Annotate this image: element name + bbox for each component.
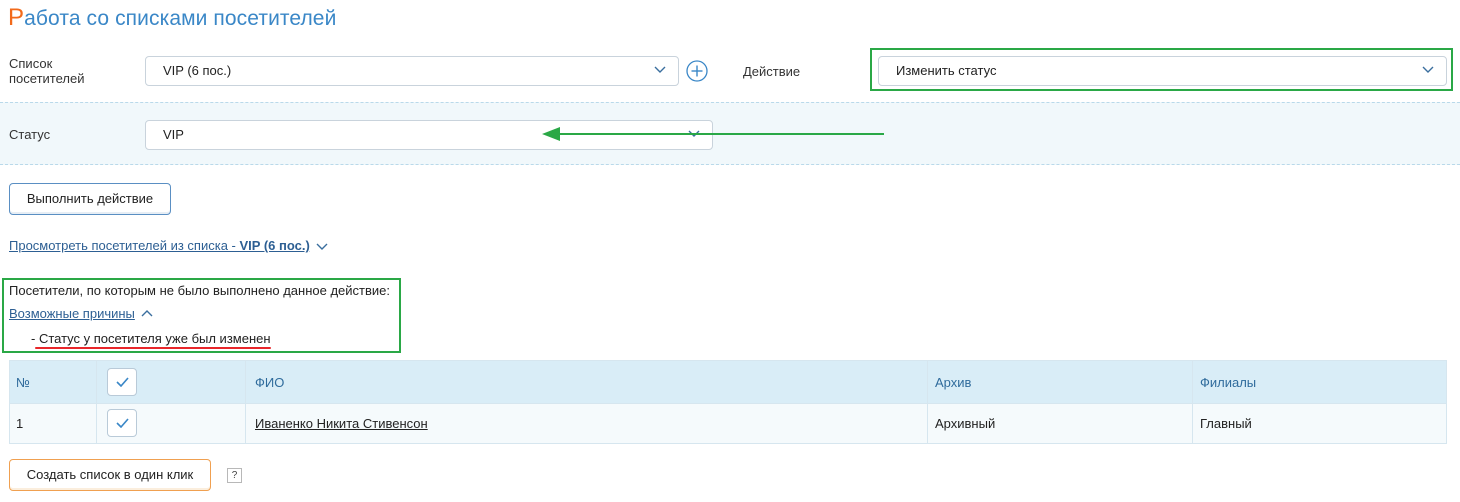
table-header: № ФИО Архив Филиалы [10,361,1446,403]
page-title-rest: абота со списками посетителей [24,7,337,30]
header-fio: ФИО [255,374,285,390]
chevron-down-icon [316,243,328,250]
action-select[interactable]: Изменить статус [878,56,1447,86]
checkmark-icon [116,418,129,428]
row-num: 1 [16,416,24,431]
possible-reasons-link[interactable]: Возможные причины [9,306,135,321]
row-checkbox[interactable] [107,409,137,437]
reason-red-underline [35,347,271,349]
notice-text: Посетители, по которым не было выполнено… [9,283,391,298]
checkmark-icon [116,377,129,387]
page-title-first-letter: Р [8,4,25,31]
create-list-one-click-button[interactable]: Создать список в один клик [9,459,211,491]
status-label: Статус [9,127,51,142]
header-num: № [16,374,30,390]
visitor-name-link[interactable]: Иваненко Никита Стивенсон [255,416,428,431]
row-archive: Архивный [935,416,996,431]
reason-text: - Статус у посетителя уже был изменен [31,331,271,346]
header-branches: Филиалы [1200,374,1257,390]
chevron-down-icon [654,66,666,73]
add-list-plus-icon[interactable] [686,60,708,82]
row-branches: Главный [1200,416,1252,431]
help-icon[interactable]: ? [227,468,242,483]
annotation-arrow-icon [542,127,884,141]
action-label: Действие [743,64,801,79]
execute-action-button[interactable]: Выполнить действие [9,183,171,215]
table-row: 1 Иваненко Никита Стивенсон Архивный Гла… [10,403,1446,443]
visitor-list-select[interactable]: VIP (6 пос.) [145,56,679,86]
visitors-table: № ФИО Архив Филиалы 1 Иваненко Никита Ст… [9,360,1447,444]
visitor-list-select-value: VIP (6 пос.) [163,63,232,78]
action-select-value: Изменить статус [896,63,997,78]
header-archive: Архив [935,374,972,390]
select-all-checkbox[interactable] [107,368,137,396]
status-select-value: VIP [163,127,184,142]
view-visitors-link[interactable]: Просмотреть посетителей из списка - VIP … [9,238,328,253]
chevron-down-icon [1422,66,1434,73]
page-title: Работа со списками посетителей [8,4,336,32]
visitor-list-label: Список посетителей [9,56,85,86]
chevron-up-icon[interactable] [141,309,153,317]
